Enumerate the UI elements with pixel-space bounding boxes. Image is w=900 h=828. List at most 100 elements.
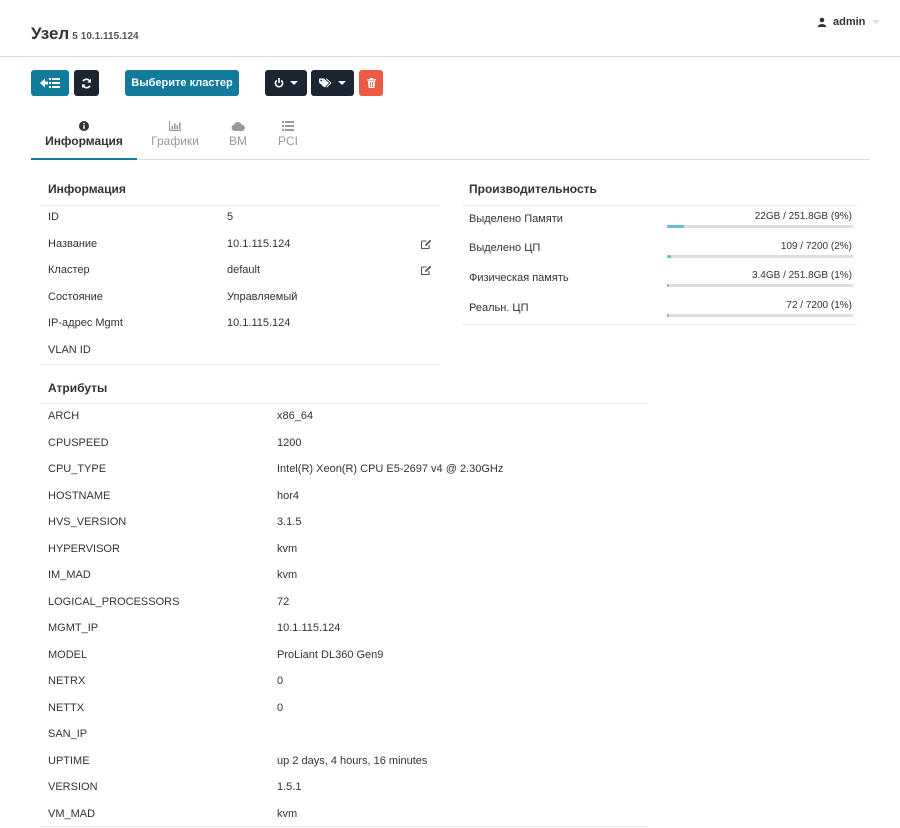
delete-button[interactable] bbox=[359, 70, 383, 96]
info-row-label: IP-адрес Mgmt bbox=[48, 317, 123, 329]
info-icon bbox=[79, 118, 89, 134]
info-row-label: Название bbox=[48, 238, 98, 250]
attribute-value: 10.1.115.124 bbox=[277, 622, 341, 634]
perf-row-value: 3.4GB / 251.8GB (1%) bbox=[751, 270, 852, 281]
tab-info-label: Информация bbox=[45, 134, 123, 148]
refresh-button[interactable] bbox=[74, 70, 99, 96]
node-id: 5 bbox=[72, 31, 78, 42]
perf-row-label: Физическая память bbox=[469, 272, 569, 284]
perf-row-label: Выделено Памяти bbox=[469, 213, 563, 225]
tags-icon bbox=[319, 78, 332, 88]
info-row-value: 5 bbox=[227, 211, 234, 223]
info-divider bbox=[40, 205, 440, 206]
perf-progress-fill bbox=[667, 284, 669, 287]
labels-caret-icon bbox=[338, 81, 346, 85]
bar-chart-icon bbox=[169, 118, 181, 134]
perf-progress-bar bbox=[667, 314, 853, 317]
attribute-key: VERSION bbox=[48, 781, 98, 793]
cloud-icon bbox=[231, 118, 245, 134]
labels-dropdown-button[interactable] bbox=[311, 70, 354, 96]
attribute-key: MODEL bbox=[48, 648, 88, 661]
perf-row-value: 109 / 7200 (2%) bbox=[780, 241, 852, 252]
info-row-value: Управляемый bbox=[227, 291, 298, 303]
attribute-key: HYPERVISOR bbox=[48, 542, 120, 555]
list-icon bbox=[282, 118, 294, 134]
perf-row-value: 72 / 7200 (1%) bbox=[786, 300, 852, 311]
perf-progress-bar bbox=[667, 284, 853, 287]
perf-progress-bar bbox=[667, 255, 853, 258]
attribute-key: SAN_IP bbox=[48, 728, 88, 740]
attribute-key: HVS_VERSION bbox=[48, 516, 127, 528]
page-header: Узел 5 10.1.115.124 admin bbox=[0, 0, 900, 57]
back-list-icon bbox=[40, 78, 60, 88]
power-dropdown-button[interactable] bbox=[265, 70, 307, 96]
tab-graphs-label: Графики bbox=[151, 134, 199, 148]
attribute-value: Intel(R) Xeon(R) CPU E5-2697 v4 @ 2.30GH… bbox=[277, 463, 504, 475]
perf-progress-fill bbox=[667, 314, 669, 317]
info-row-value: 10.1.115.124 bbox=[227, 317, 291, 329]
back-button[interactable] bbox=[31, 70, 69, 96]
trash-icon bbox=[366, 78, 376, 88]
attribute-value: kvm bbox=[277, 807, 298, 820]
edit-cluster-icon[interactable] bbox=[420, 264, 432, 278]
select-cluster-button[interactable]: Выберите кластер bbox=[125, 70, 239, 96]
info-divider bbox=[40, 364, 440, 365]
attribute-value: 72 bbox=[277, 595, 290, 608]
attribute-value: kvm bbox=[277, 542, 298, 555]
performance-section-title: Производительность bbox=[469, 182, 597, 196]
perf-progress-bar bbox=[667, 225, 853, 228]
tab-pci[interactable]: PCI bbox=[270, 114, 306, 160]
info-row-label: Кластер bbox=[48, 264, 90, 276]
attribute-key: VM_MAD bbox=[48, 807, 96, 820]
page-title: Узел 5 10.1.115.124 bbox=[31, 24, 139, 44]
attribute-value: 0 bbox=[277, 675, 284, 687]
tab-pci-label: PCI bbox=[277, 134, 298, 148]
attribute-value: 1.5.1 bbox=[277, 781, 302, 793]
edit-name-icon[interactable] bbox=[420, 238, 432, 252]
info-row-value: default bbox=[227, 264, 261, 276]
attribute-value: 0 bbox=[277, 701, 284, 714]
info-row-label: Состояние bbox=[48, 291, 103, 303]
attribute-key: ARCH bbox=[48, 410, 80, 422]
attribute-key: IM_MAD bbox=[48, 569, 91, 581]
performance-divider bbox=[462, 324, 857, 325]
performance-divider bbox=[462, 205, 857, 206]
user-icon bbox=[817, 17, 827, 27]
attribute-value: x86_64 bbox=[277, 410, 314, 422]
attribute-key: CPU_TYPE bbox=[48, 463, 107, 475]
perf-progress-fill bbox=[667, 255, 671, 258]
power-caret-icon bbox=[290, 81, 298, 85]
user-menu[interactable]: admin bbox=[817, 16, 881, 28]
attribute-key: HOSTNAME bbox=[48, 489, 111, 502]
attributes-divider bbox=[40, 826, 648, 827]
tab-graphs[interactable]: Графики bbox=[145, 114, 205, 160]
attribute-value: kvm bbox=[277, 569, 298, 581]
attribute-key: NETRX bbox=[48, 675, 86, 687]
attributes-section-title: Атрибуты bbox=[48, 381, 108, 395]
info-row-label: ID bbox=[48, 211, 59, 223]
tab-vms-label: ВМ bbox=[229, 134, 247, 148]
user-name: admin bbox=[833, 16, 866, 28]
attribute-value: up 2 days, 4 hours, 16 minutes bbox=[277, 754, 428, 767]
info-row-label: VLAN ID bbox=[48, 344, 91, 356]
attribute-value: hor4 bbox=[277, 489, 300, 502]
info-section-title: Информация bbox=[48, 182, 126, 196]
attribute-key: NETTX bbox=[48, 701, 85, 714]
info-row-value: 10.1.115.124 bbox=[227, 238, 291, 250]
perf-row-label: Реальн. ЦП bbox=[469, 302, 529, 314]
node-ip: 10.1.115.124 bbox=[80, 31, 139, 42]
attribute-key: CPUSPEED bbox=[48, 436, 109, 449]
user-caret-icon bbox=[872, 20, 881, 24]
attribute-key: LOGICAL_PROCESSORS bbox=[48, 595, 180, 608]
attribute-key: UPTIME bbox=[48, 754, 90, 767]
perf-row-label: Выделено ЦП bbox=[469, 242, 541, 254]
attribute-value: ProLiant DL360 Gen9 bbox=[277, 648, 384, 661]
perf-row-value: 22GB / 251.8GB (9%) bbox=[754, 211, 852, 222]
attribute-value: 3.1.5 bbox=[277, 516, 302, 528]
attribute-value: 1200 bbox=[277, 436, 302, 449]
attributes-divider bbox=[40, 403, 648, 404]
page-title-text: Узел bbox=[31, 24, 70, 43]
tab-info[interactable]: Информация bbox=[31, 114, 137, 160]
attribute-key: MGMT_IP bbox=[48, 622, 99, 634]
tab-vms[interactable]: ВМ bbox=[220, 114, 256, 160]
